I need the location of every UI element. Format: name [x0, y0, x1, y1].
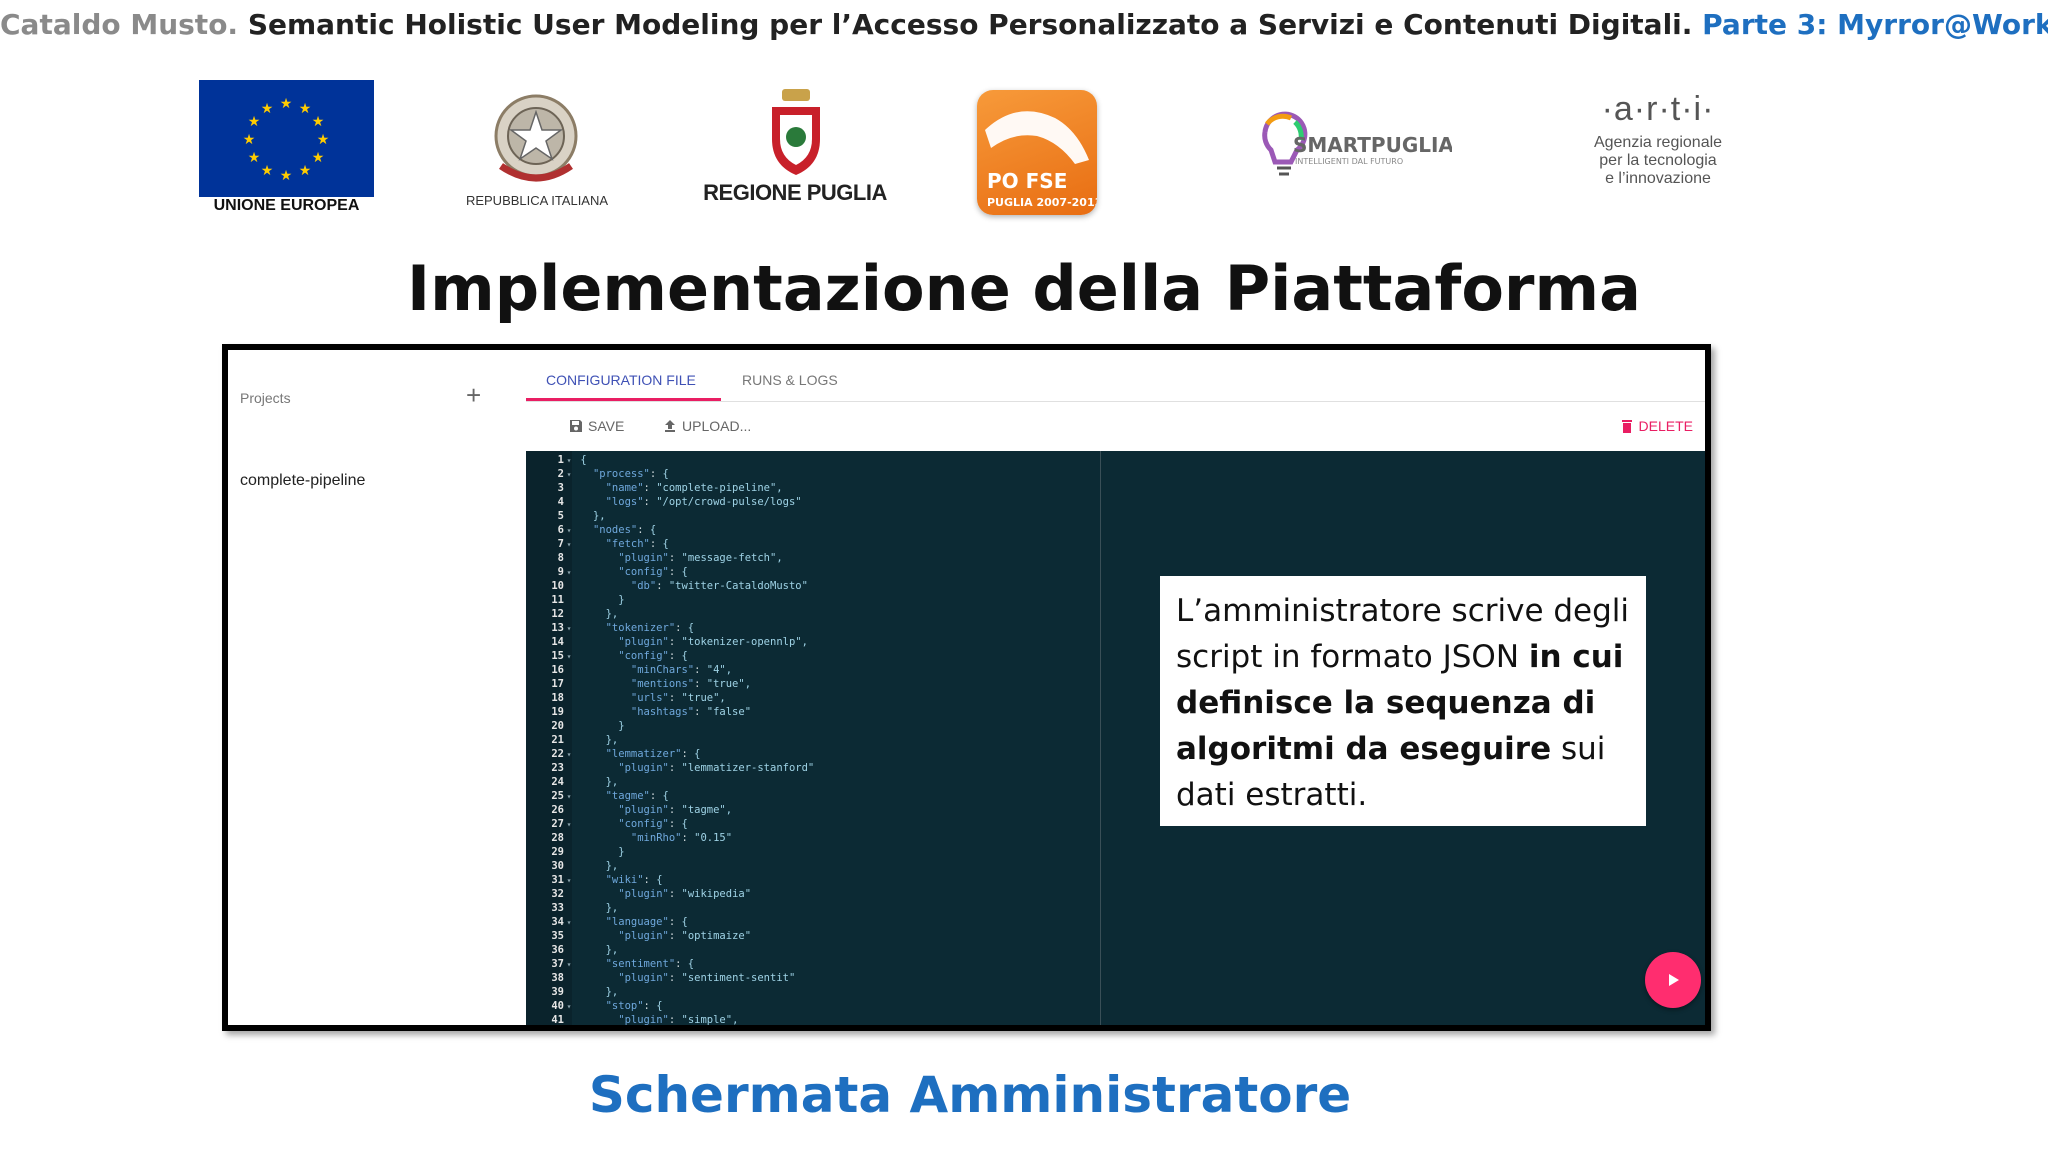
puglia-shield-logo: [768, 87, 824, 177]
svg-text:★: ★: [299, 101, 312, 117]
floppy-icon: [570, 420, 582, 432]
upload-label: UPLOAD...: [682, 418, 752, 434]
upload-icon: [665, 420, 675, 432]
arti-subtitle: Agenzia regionale per la tecnologia e l’…: [1593, 134, 1723, 187]
po-fse-logo: PO FSE PUGLIA 2007-2013: [977, 90, 1097, 215]
code-line: 32 "plugin": "wikipedia": [551, 888, 752, 900]
code-line: 18 "urls": "true",: [551, 692, 726, 704]
code-line: 14 "plugin": "tokenizer-opennlp",: [551, 636, 808, 648]
editor-toolbar: SAVE UPLOAD... DELETE: [526, 402, 1705, 450]
code-line: 22 ▾ "lemmatizer": {: [551, 748, 701, 760]
code-line: 33 },: [551, 902, 619, 914]
code-line: 21 },: [551, 734, 619, 746]
code-line: 23 "plugin": "lemmatizer-stanford": [551, 762, 815, 774]
svg-text:★: ★: [317, 132, 330, 148]
code-line: 20 }: [551, 720, 625, 732]
tab-configuration-file[interactable]: CONFIGURATION FILE: [546, 372, 696, 388]
slide-title: Implementazione della Piattaforma: [407, 252, 1641, 325]
trash-icon: [1621, 420, 1632, 433]
tab-bar: CONFIGURATION FILE RUNS & LOGS: [526, 350, 1705, 402]
code-line: 5 },: [557, 510, 606, 522]
svg-text:★: ★: [243, 132, 256, 148]
code-line: 25 ▾ "tagme": {: [551, 790, 669, 802]
tab-runs-logs[interactable]: RUNS & LOGS: [742, 372, 838, 388]
callout-box: L’amministratore scrive degli script in …: [1160, 576, 1646, 826]
code-line: 39 },: [551, 986, 619, 998]
plus-icon[interactable]: +: [466, 380, 481, 411]
header-part: Parte 3: Myrror@Work: [1702, 8, 2048, 41]
project-item[interactable]: complete-pipeline: [240, 472, 365, 490]
code-line: 16 "minChars": "4",: [551, 664, 733, 676]
code-line: 13 ▾ "tokenizer": {: [551, 622, 695, 634]
editor-split-line: [1100, 451, 1101, 1025]
svg-text:★: ★: [299, 163, 312, 179]
code-line: 34 ▾ "language": {: [551, 916, 688, 928]
code-line: 26 "plugin": "tagme",: [551, 804, 733, 816]
play-icon: [1669, 974, 1679, 986]
projects-sidebar: Projects + complete-pipeline: [228, 350, 526, 1025]
slide-header: Cataldo Musto. Semantic Holistic User Mo…: [0, 8, 2048, 41]
code-line: 37 ▾ "sentiment": {: [551, 958, 695, 970]
svg-text:PO FSE: PO FSE: [987, 169, 1067, 193]
code-line: 24 },: [551, 776, 619, 788]
republic-label: REPUBBLICA ITALIANA: [465, 193, 609, 208]
delete-button[interactable]: DELETE: [1619, 418, 1693, 434]
code-line: 1 ▾ {: [557, 454, 587, 466]
code-line: 11 }: [551, 594, 625, 606]
svg-text:★: ★: [248, 114, 261, 130]
code-line: 30 },: [551, 860, 619, 872]
code-line: 12 },: [551, 608, 619, 620]
header-author: Cataldo Musto.: [0, 8, 239, 41]
svg-text:★: ★: [248, 150, 261, 166]
active-tab-indicator: [526, 398, 721, 401]
svg-text:INTELLIGENTI DAL FUTURO: INTELLIGENTI DAL FUTURO: [1295, 157, 1403, 166]
save-label: SAVE: [588, 418, 625, 434]
code-line: 2 ▾ "process": {: [557, 468, 669, 480]
delete-label: DELETE: [1638, 418, 1693, 434]
svg-text:PUGLIA 2007-2013: PUGLIA 2007-2013: [987, 196, 1097, 209]
eu-label: UNIONE EUROPEA: [213, 197, 360, 214]
save-button[interactable]: SAVE: [568, 418, 624, 434]
code-line: 28 "minRho": "0.15": [551, 832, 733, 844]
slide-caption: Schermata Amministratore: [588, 1066, 1352, 1124]
svg-text:★: ★: [280, 168, 293, 184]
code-line: 35 "plugin": "optimaize": [551, 930, 752, 942]
smartpuglia-logo: SMARTPUGLIA INTELLIGENTI DAL FUTURO: [1257, 110, 1454, 182]
code-line: 38 "plugin": "sentiment-sentit": [551, 972, 796, 984]
svg-text:★: ★: [261, 101, 274, 117]
code-line: 40 ▾ "stop": {: [551, 1000, 663, 1012]
arti-title: ·a·r·t·i·: [1601, 90, 1715, 128]
svg-text:★: ★: [312, 114, 325, 130]
code-line: 15 ▾ "config": {: [551, 650, 688, 662]
code-line: 29 }: [551, 846, 625, 858]
header-title: Semantic Holistic User Modeling per l’Ac…: [247, 8, 1693, 41]
code-line: 36 },: [551, 944, 619, 956]
code-line: 8 "plugin": "message-fetch",: [557, 552, 783, 564]
code-line: 31 ▾ "wiki": {: [551, 874, 663, 886]
svg-text:★: ★: [280, 96, 293, 112]
code-line: 3 "name": "complete-pipeline",: [557, 482, 783, 494]
code-line: 7 ▾ "fetch": {: [557, 538, 669, 550]
code-line: 10 "db": "twitter-CataldoMusto": [551, 580, 808, 592]
republic-emblem-logo: [487, 86, 585, 192]
svg-text:★: ★: [312, 150, 325, 166]
code-line: 4 "logs": "/opt/crowd-pulse/logs": [557, 496, 802, 508]
code-line: 9 ▾ "config": {: [557, 566, 688, 578]
puglia-label: REGIONE PUGLIA: [703, 180, 887, 205]
code-line: 27 ▾ "config": {: [551, 818, 688, 830]
upload-button[interactable]: UPLOAD...: [662, 418, 751, 434]
eu-flag-logo: ★ ★ ★ ★ ★ ★ ★ ★ ★ ★ ★ ★: [199, 80, 374, 197]
projects-heading: Projects: [240, 390, 291, 406]
svg-text:SMARTPUGLIA: SMARTPUGLIA: [1293, 133, 1452, 157]
code-line: 19 "hashtags": "false": [551, 706, 752, 718]
code-line: 17 "mentions": "true",: [551, 678, 752, 690]
code-line: 6 ▾ "nodes": {: [557, 524, 657, 536]
run-button[interactable]: [1645, 952, 1701, 1008]
svg-text:★: ★: [261, 163, 274, 179]
arti-logo: ·a·r·t·i· Agenzia regionale per la tecno…: [1568, 90, 1748, 220]
code-line: 41 "plugin": "simple",: [551, 1014, 739, 1026]
eu-stars-icon: ★ ★★ ★★★ ★★★ ★★★: [199, 80, 374, 197]
